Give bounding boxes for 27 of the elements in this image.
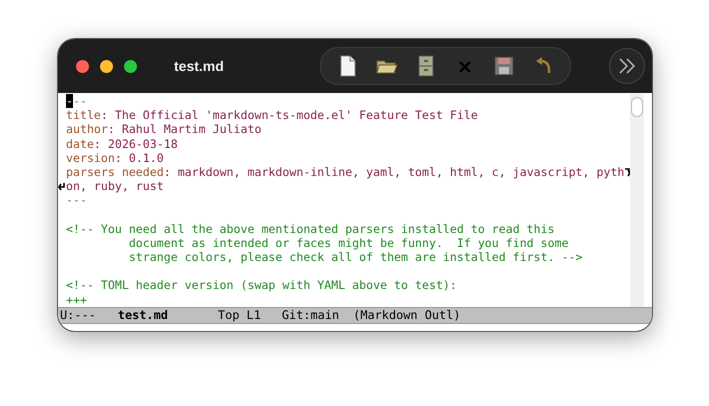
close-window-button[interactable] bbox=[76, 60, 89, 72]
code-line: --- bbox=[66, 193, 87, 208]
code-line: on, ruby, rust bbox=[66, 179, 164, 194]
more-button[interactable] bbox=[609, 48, 645, 84]
scroll-thumb[interactable] bbox=[631, 97, 643, 117]
window-title: test.md bbox=[174, 58, 224, 74]
chevrons-icon bbox=[618, 58, 636, 74]
code-line: date: 2026-03-18 bbox=[66, 136, 178, 151]
mode-line-mode: (Markdown Outl) bbox=[353, 308, 461, 323]
mode-line-position: Top L1 bbox=[218, 308, 261, 323]
mode-line-branch: Git:main bbox=[282, 308, 340, 323]
code-line: strange colors, please check all of them are installed first. --> bbox=[128, 250, 583, 264]
zoom-button[interactable] bbox=[124, 60, 137, 72]
code-line: title: The Official 'markdown-ts-mode.el' Feature Test File bbox=[66, 108, 478, 122]
minimize-button[interactable] bbox=[100, 60, 113, 72]
code-line: <!-- TOML header version (swap with YAML above to test): bbox=[66, 278, 457, 293]
code-line: version: 0.1.0 bbox=[66, 150, 164, 165]
code-line: author: Rahul Martim Juliato bbox=[66, 122, 262, 137]
code-line: --- bbox=[66, 94, 87, 108]
mode-line-status: U:--- bbox=[60, 308, 96, 323]
floppy-disk-icon[interactable] bbox=[492, 55, 515, 77]
code-line: parsers needed: markdown, markdown-inline, yaml, toml, html, c, javascript, pyth bbox=[66, 164, 624, 180]
code-line: document as intended or faces might be funny. If you find some bbox=[128, 236, 569, 250]
code-line: <!-- You need all the above mentionated parsers installed to read this bbox=[66, 222, 555, 236]
buffer-name: test.md bbox=[118, 308, 168, 323]
scrollbar[interactable] bbox=[630, 94, 644, 307]
code-line: +++ bbox=[66, 292, 87, 307]
